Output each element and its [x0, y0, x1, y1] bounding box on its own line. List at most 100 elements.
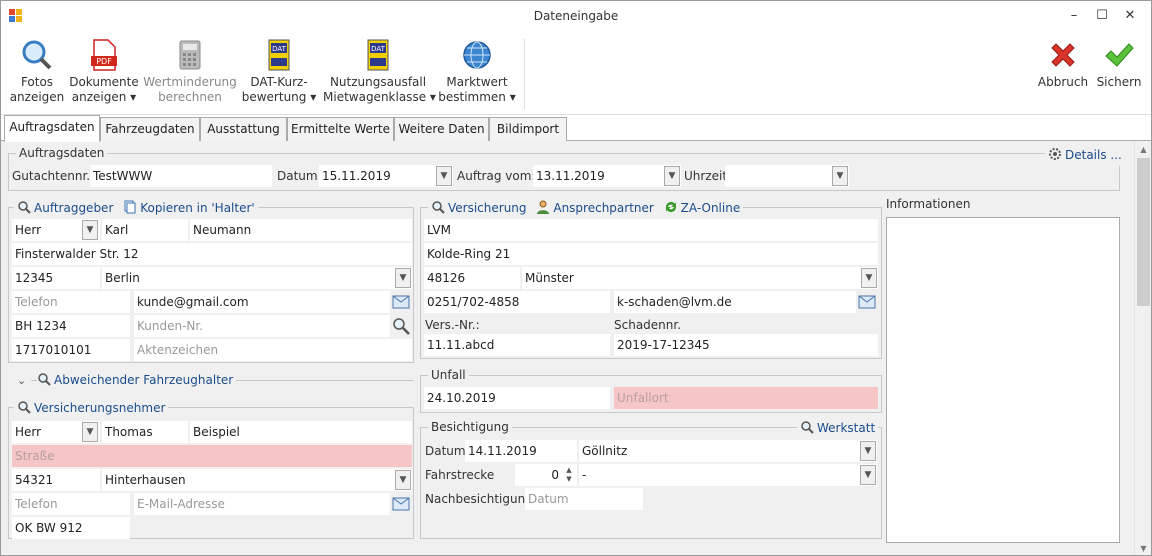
details-link[interactable]: Details ... — [1045, 144, 1125, 166]
scroll-up-arrow[interactable]: ▲ — [1135, 141, 1151, 158]
besichtigung-datum-input[interactable]: 14.11.2019 — [465, 440, 577, 462]
halter-label: Abweichender Fahrzeughalter — [54, 373, 234, 387]
nummer-input[interactable]: 1717010101 — [12, 339, 130, 361]
vn-anrede-dropdown-button[interactable]: ▼ — [82, 422, 98, 442]
mail-icon[interactable] — [858, 293, 876, 311]
versicherung-strasse-input[interactable]: Kolde-Ring 21 — [424, 243, 878, 265]
chevron-down-icon: ⌄ — [17, 374, 27, 387]
mail-icon[interactable] — [392, 293, 410, 311]
unfallort-input[interactable]: Unfallort — [614, 387, 878, 409]
datum-input[interactable]: 15.11.2019 — [319, 165, 453, 187]
vn-kennzeichen-input[interactable]: OK BW 912 — [12, 517, 130, 539]
za-online-link[interactable]: ZA-Online — [664, 201, 740, 215]
auftragvom-input[interactable]: 13.11.2019 — [533, 165, 681, 187]
datum-dropdown-button[interactable]: ▼ — [436, 166, 452, 186]
schadennr-input[interactable]: 2019-17-12345 — [614, 334, 878, 356]
besichtigung-ort-select[interactable]: Göllnitz — [579, 440, 877, 462]
tab-weitere-daten[interactable]: Weitere Daten — [394, 117, 489, 141]
uhrzeit-dropdown-button[interactable]: ▼ — [832, 166, 848, 186]
plz-input[interactable]: 12345 — [12, 267, 100, 289]
dokumente-label: Dokumente anzeigen ▾ — [69, 75, 139, 104]
versicherung-name-input[interactable]: LVM — [424, 219, 878, 241]
magnifier-icon[interactable] — [392, 317, 410, 335]
nachbesichtigung-input[interactable]: Datum — [525, 488, 643, 510]
versicherung-telefon-input[interactable]: 0251/702-4858 — [424, 291, 610, 313]
kennzeichen-input[interactable]: BH 1234 — [12, 315, 130, 337]
halter-collapse-toggle[interactable]: ⌄ — [17, 369, 26, 391]
abbruch-button[interactable]: Abbruch — [1037, 35, 1089, 90]
scroll-down-arrow[interactable]: ▼ — [1135, 540, 1151, 555]
aktenzeichen-input[interactable]: Aktenzeichen — [134, 339, 412, 361]
svg-text:PDF: PDF — [96, 57, 112, 66]
vertical-scrollbar[interactable]: ▲ ▼ — [1134, 141, 1151, 555]
kopieren-link[interactable]: Kopieren in 'Halter' — [123, 200, 255, 215]
auftraggeber-group: Auftraggeber Kopieren in 'Halter' Herr ▼… — [8, 197, 414, 363]
fotos-button[interactable]: Fotos anzeigen — [9, 35, 65, 105]
vn-nachname-input[interactable]: Beispiel — [190, 421, 412, 443]
sichern-button[interactable]: Sichern — [1095, 35, 1143, 90]
vn-vorname-input[interactable]: Thomas — [102, 421, 188, 443]
ansprechpartner-link[interactable]: Ansprechpartner — [536, 200, 654, 215]
unfalldatum-input[interactable]: 24.10.2019 — [424, 387, 610, 409]
scroll-thumb[interactable] — [1137, 158, 1150, 306]
versicherung-plz-input[interactable]: 48126 — [424, 267, 520, 289]
versicherung-ort-select[interactable]: Münster — [522, 267, 878, 289]
fahrstrecke-spinner[interactable]: ▲ ▼ — [563, 466, 575, 484]
tab-bar: Auftragsdaten Fahrzeugdaten Ausstattung … — [1, 115, 1151, 142]
versicherung-link[interactable]: Versicherung — [431, 201, 527, 215]
maximize-button[interactable]: ☐ — [1087, 1, 1117, 31]
anrede-dropdown-button[interactable]: ▼ — [82, 220, 98, 240]
email-input[interactable]: kunde@gmail.com — [134, 291, 390, 313]
tab-ausstattung[interactable]: Ausstattung — [200, 117, 287, 141]
auftragsdaten-group: Auftragsdaten Details ... Gutachtennr. T… — [8, 144, 1125, 191]
close-button[interactable]: ✕ — [1115, 1, 1145, 31]
tab-auftragsdaten[interactable]: Auftragsdaten — [4, 115, 100, 142]
telefon-input[interactable]: Telefon — [12, 291, 130, 313]
tab-fahrzeugdaten[interactable]: Fahrzeugdaten — [100, 117, 200, 141]
nutzungsausfall-button[interactable]: DAT Nutzungsausfall Mietwagenklasse ▾ — [323, 35, 436, 105]
dat-button[interactable]: DAT DAT-Kurz- bewertung ▾ — [241, 35, 317, 105]
auftragvom-dropdown-button[interactable]: ▼ — [664, 166, 680, 186]
tab-content: Auftragsdaten Details ... Gutachtennr. T… — [1, 141, 1151, 555]
halter-link[interactable]: Abweichender Fahrzeughalter — [37, 369, 237, 391]
werkstatt-link[interactable]: Werkstatt — [797, 417, 879, 439]
vn-ort-dropdown-button[interactable]: ▼ — [395, 470, 411, 490]
kundennr-input[interactable]: Kunden-Nr. — [134, 315, 390, 337]
ort-dropdown-button[interactable]: ▼ — [395, 268, 411, 288]
vn-email-input[interactable]: E-Mail-Adresse — [134, 493, 390, 515]
pdf-icon: PDF — [91, 39, 117, 71]
vorname-input[interactable]: Karl — [102, 219, 188, 241]
auftraggeber-link[interactable]: Auftraggeber — [17, 201, 113, 215]
fahrstrecke-unit-dropdown-button[interactable]: ▼ — [860, 465, 876, 485]
fahrstrecke-unit-select[interactable]: - — [579, 464, 877, 486]
besichtigung-ort-dropdown-button[interactable]: ▼ — [860, 441, 876, 461]
marktwert-label: Marktwert bestimmen ▾ — [438, 75, 516, 104]
vn-strasse-input[interactable]: Straße — [12, 445, 412, 467]
uhrzeit-input[interactable] — [725, 165, 849, 187]
tab-ermittelte-werte[interactable]: Ermittelte Werte — [287, 117, 394, 141]
vn-ort-select[interactable]: Hinterhausen — [102, 469, 412, 491]
toolbar: Fotos anzeigen PDF Dokumente anzeigen ▾ … — [1, 31, 1151, 115]
vn-telefon-input[interactable]: Telefon — [12, 493, 130, 515]
dokumente-button[interactable]: PDF Dokumente anzeigen ▾ — [67, 35, 141, 105]
wertminderung-button[interactable]: Wertminderung berechnen — [143, 35, 237, 105]
marktwert-button[interactable]: Marktwert bestimmen ▾ — [437, 35, 517, 105]
fahrstrecke-label: Fahrstrecke — [425, 468, 495, 482]
strasse-input[interactable]: Finsterwalder Str. 12 — [12, 243, 412, 265]
versicherung-ort-dropdown-button[interactable]: ▼ — [861, 268, 877, 288]
tab-bildimport[interactable]: Bildimport — [489, 117, 567, 141]
magnifier-icon — [38, 373, 51, 386]
mail-icon[interactable] — [392, 495, 410, 513]
gutachtennr-input[interactable]: TestWWW — [90, 165, 272, 187]
nachname-input[interactable]: Neumann — [190, 219, 412, 241]
minimize-button[interactable]: – — [1059, 1, 1089, 31]
dat-icon: DAT — [367, 39, 389, 71]
versicherungsnehmer-link[interactable]: Versicherungsnehmer — [14, 397, 169, 419]
ort-select[interactable]: Berlin — [102, 267, 412, 289]
vn-plz-input[interactable]: 54321 — [12, 469, 100, 491]
versnr-input[interactable]: 11.11.abcd — [424, 334, 610, 356]
copy-icon — [124, 200, 136, 214]
versicherungsnehmer-group: Versicherungsnehmer Herr ▼ Thomas Beispi… — [8, 397, 414, 539]
informationen-textarea[interactable] — [886, 217, 1120, 543]
versicherung-email-input[interactable]: k-schaden@lvm.de — [614, 291, 856, 313]
